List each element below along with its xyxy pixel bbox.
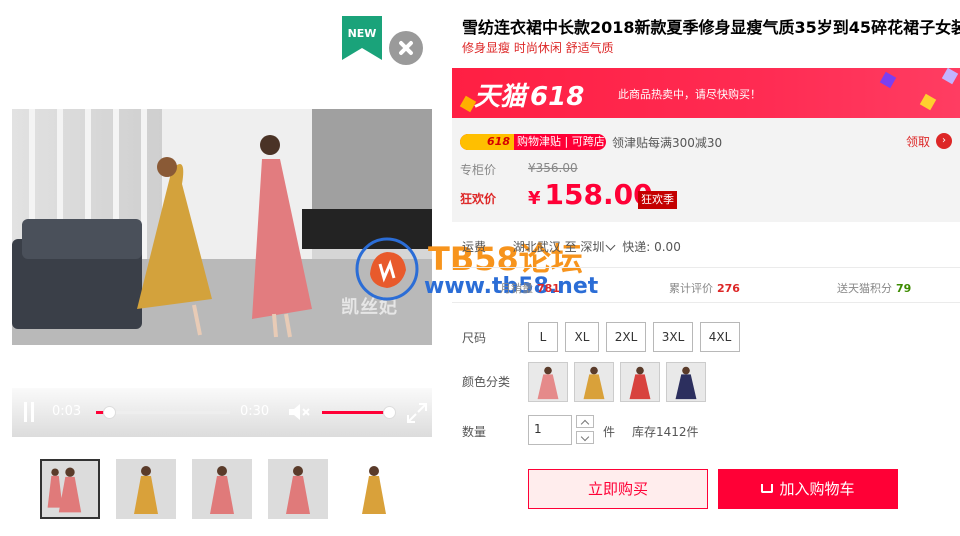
stock-count: 库存1412件 [632,425,699,439]
volume-fill [322,411,389,414]
current-time: 0:03 [52,404,82,419]
thumbnail-1[interactable] [40,459,100,519]
progress-knob[interactable] [103,406,117,419]
thumbnail-5[interactable] [344,459,404,519]
quantity-decrease-button[interactable] [576,431,594,444]
chevron-right-icon[interactable]: › [936,133,952,149]
new-badge: NEW [342,16,382,60]
ship-to-select[interactable]: 深圳 [580,240,604,254]
close-video-button[interactable] [389,31,423,65]
product-title: 雪纺连衣裙中长款2018新款夏季修身显瘦气质35岁到45碎花裙子女装 [462,18,960,37]
product-subtitle: 修身显瘦 时尚休闲 舒适气质 [462,41,614,55]
size-option[interactable]: L [528,322,558,352]
quantity-label: 数量 [462,425,487,439]
sale-price-label: 狂欢价 [460,192,497,206]
color-option-pink-floral[interactable] [528,362,568,402]
sale-tag: 狂欢季 [638,191,677,209]
quantity-input[interactable]: 1 [528,415,572,445]
tb58-logo-icon [355,237,419,301]
shipping-label: 运费 [462,240,487,254]
color-option-yellow-floral[interactable] [574,362,614,402]
size-option[interactable]: 4XL [700,322,740,352]
progress-bar[interactable] [96,406,230,419]
fullscreen-icon[interactable] [406,402,428,424]
size-option[interactable]: 2XL [606,322,646,352]
volume-muted-icon[interactable] [287,403,311,421]
thumbnail-4[interactable] [268,459,328,519]
promo-deco-cube [879,71,897,89]
volume-slider[interactable] [322,406,396,419]
sale-price: ¥158.00 [528,178,653,211]
thumbnail-3[interactable] [192,459,252,519]
video-controls: 0:03 0:30 [12,388,432,437]
divider [452,267,960,268]
size-option[interactable]: 3XL [653,322,693,352]
thumbnail-2[interactable] [116,459,176,519]
add-to-cart-button[interactable]: 加入购物车 [718,469,898,509]
promo-message: 此商品热卖中，请尽快购买！ [618,88,761,101]
size-option[interactable]: XL [565,322,599,352]
pause-icon[interactable] [22,402,36,422]
promo-banner: 天猫 618 此商品热卖中，请尽快购买！ [452,68,960,118]
allowance-badge: 618 购物津贴 | 可跨店 [460,134,606,150]
tmall-618-logo: 天猫 618 [474,82,585,112]
chevron-down-icon[interactable] [605,240,616,251]
quantity-unit: 件 [603,425,616,439]
color-option-navy-floral[interactable] [666,362,706,402]
original-price: ¥356.00 [528,161,578,175]
video-player[interactable]: 凯丝妃 [12,109,432,345]
size-label: 尺码 [462,331,487,345]
price-panel: 618 购物津贴 | 可跨店 领津贴每满300减30 领取 › 专柜价 ¥356.… [452,118,960,222]
shipping-row: 运费 湖北武汉 至 深圳 快递: 0.00 [462,240,681,254]
monthly-sales: 月销量 781 [500,282,560,295]
divider [452,302,960,303]
new-badge-label: NEW [348,27,377,40]
tmall-points: 送天猫积分 79 [837,282,912,295]
volume-knob[interactable] [382,406,396,419]
promo-deco-cube [919,93,937,111]
buy-now-button[interactable]: 立即购买 [528,469,708,509]
promo-deco-cube [941,68,959,85]
duration: 0:30 [240,404,270,419]
quantity-increase-button[interactable] [576,415,594,428]
express-fee: 快递: 0.00 [622,240,681,254]
allowance-text: 领津贴每满300减30 [612,136,723,150]
review-count[interactable]: 累计评价 276 [669,280,740,296]
color-option-red-floral[interactable] [620,362,660,402]
claim-link[interactable]: 领取 [906,133,930,150]
original-price-label: 专柜价 [460,163,497,177]
color-label: 颜色分类 [462,375,511,389]
cart-icon [761,484,774,493]
ship-from: 湖北武汉 [512,240,561,254]
